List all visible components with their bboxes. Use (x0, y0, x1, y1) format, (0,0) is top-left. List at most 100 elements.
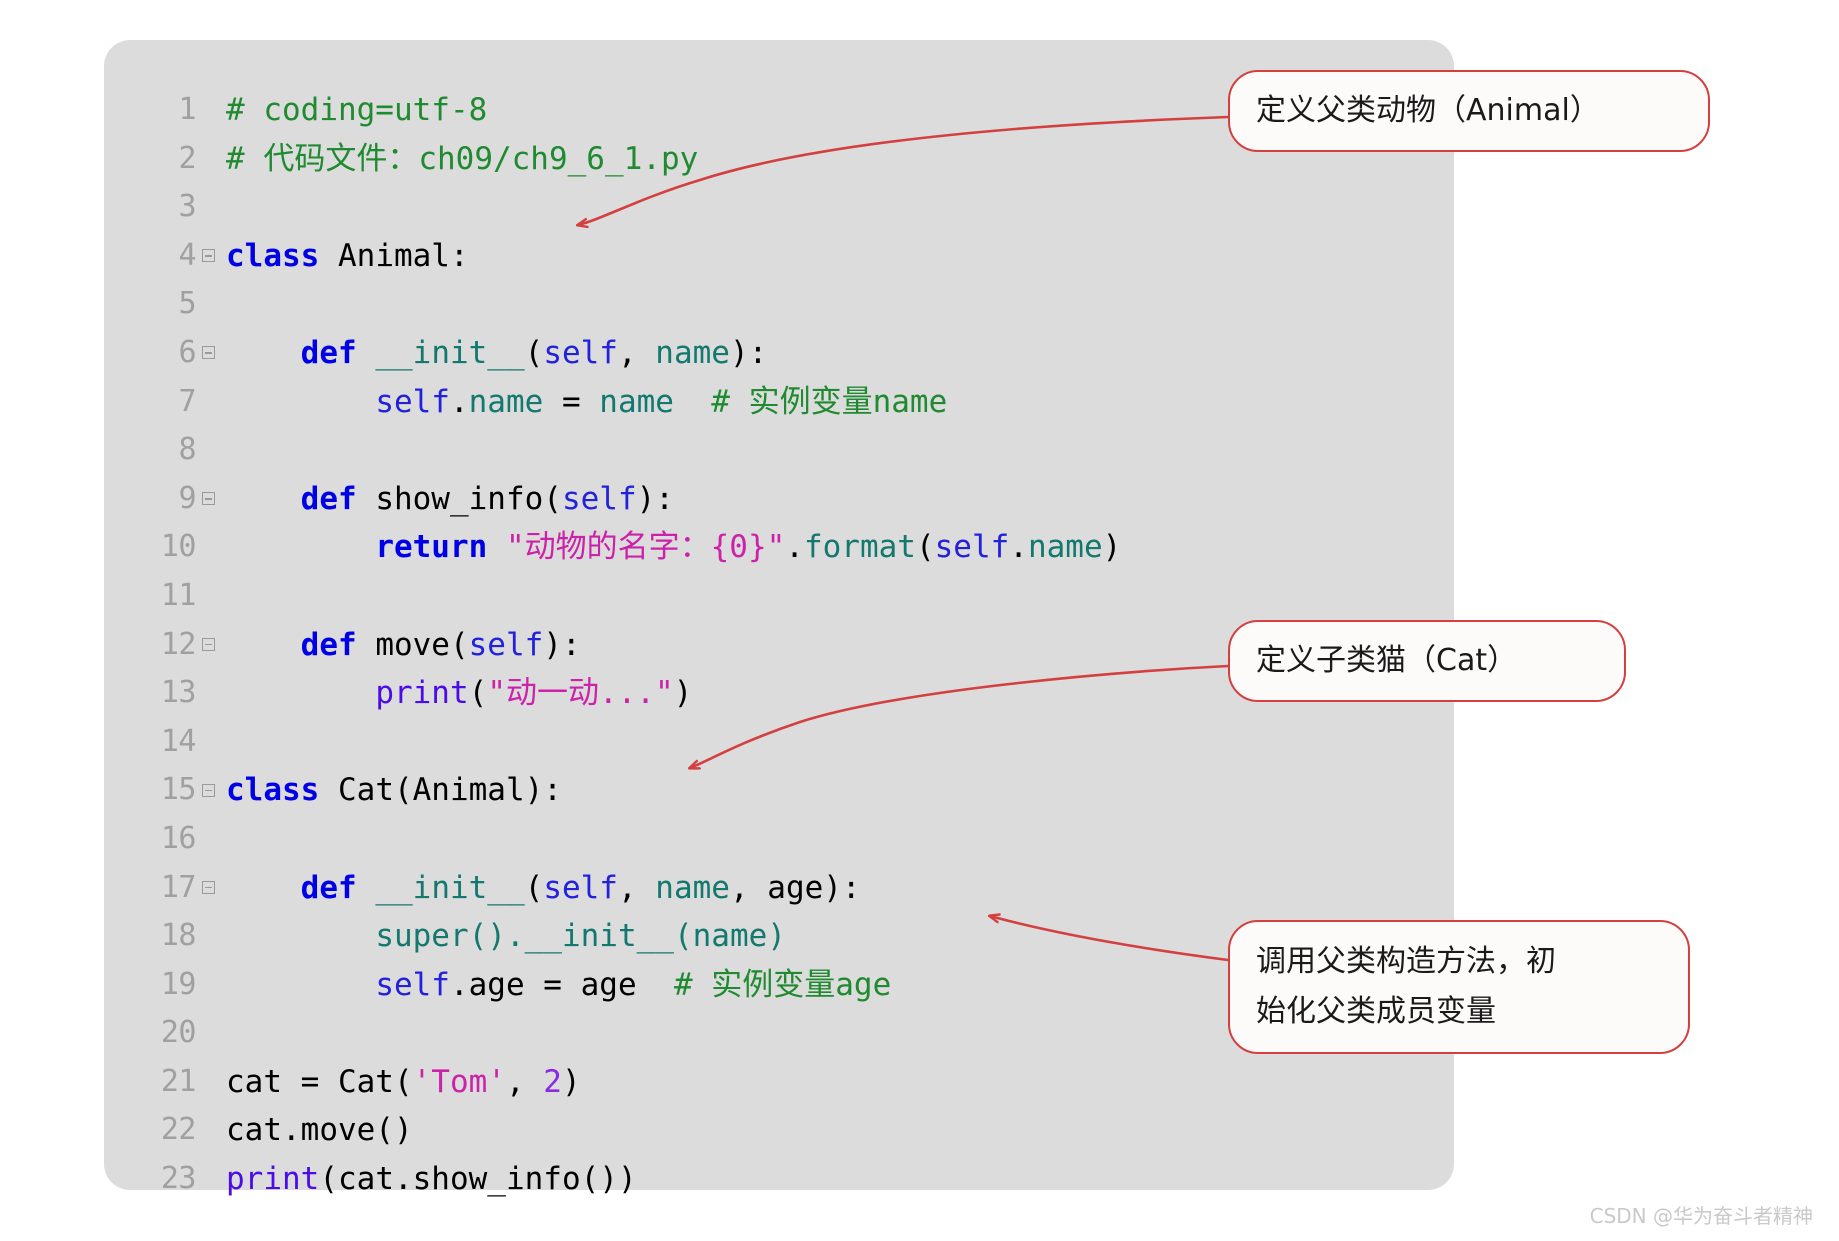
token-plain: cat.move() (226, 1112, 413, 1149)
token-plain: ( (524, 334, 544, 371)
code-line[interactable]: 17 def __init__(self, name, age): (104, 864, 1454, 913)
code-line[interactable]: 6 def __init__(self, name): (104, 329, 1454, 378)
token-teal: name (1027, 529, 1103, 566)
token-plain: Cat(Animal): (319, 772, 562, 809)
code-text: def __init__(self, name, age): (222, 864, 1454, 913)
code-line[interactable]: 21 cat = Cat('Tom', 2) (104, 1058, 1454, 1107)
token-plain: , age): (729, 869, 861, 906)
token-teal: name (655, 334, 730, 371)
token-cmt: # 实例变量age (673, 966, 892, 1003)
annotation-callout-super-init: 调用父类构造方法，初 始化父类成员变量 (1228, 920, 1690, 1054)
token-str: 'Tom' (412, 1063, 506, 1100)
token-teal: name (655, 869, 730, 906)
code-text: class Animal: (222, 232, 1454, 281)
code-line[interactable]: 23 print(cat.show_info()) (104, 1155, 1454, 1204)
token-plain: ) (1102, 529, 1122, 566)
code-line[interactable]: 3 (104, 183, 1454, 232)
code-text: cat = Cat('Tom', 2) (222, 1058, 1454, 1107)
token-plain: move( (356, 626, 469, 663)
line-number: 23 (160, 1161, 197, 1197)
code-text: class Cat(Animal): (222, 766, 1454, 815)
token-str: "动一动..." (487, 675, 674, 712)
token-teal: (). (468, 918, 525, 955)
token-self: self (543, 334, 618, 371)
token-plain: cat = Cat( (226, 1063, 413, 1100)
code-line[interactable]: 14 (104, 718, 1454, 767)
screenshot-root: 1 # coding=utf-8 2 # 代码文件：ch09/ch9_6_1.py 3 4… (0, 0, 1839, 1241)
token-plain: ) (561, 1063, 581, 1100)
code-text: def __init__(self, name): (222, 329, 1454, 378)
token-str: "动物的名字：{0}" (505, 529, 786, 566)
token-self: self (543, 869, 618, 906)
token-num: 2 (543, 1063, 562, 1100)
code-line[interactable]: 11 (104, 572, 1454, 621)
token-kw: def (300, 480, 357, 517)
token-plain: ( (468, 675, 488, 712)
line-number: 13 (160, 675, 197, 711)
line-number: 1 (178, 92, 196, 127)
code-line[interactable]: 16 (104, 815, 1454, 864)
token-plain: ) (673, 675, 693, 712)
token-self: self (375, 966, 450, 1003)
token-plain: show_info( (356, 480, 562, 517)
code-line[interactable]: 8 (104, 426, 1454, 475)
token-kw: return (375, 529, 488, 566)
line-number: 18 (160, 918, 197, 954)
token-plain: = (543, 383, 600, 420)
token-plain: .age = age (449, 966, 637, 1003)
code-text: cat.move() (222, 1106, 1454, 1155)
callout-text: 定义父类动物（Animal） (1256, 93, 1600, 128)
line-number: 17 (160, 869, 197, 905)
annotation-callout-define-child-class: 定义子类猫（Cat） (1228, 620, 1626, 702)
code-line[interactable]: 22 cat.move() (104, 1106, 1454, 1155)
token-self: self (468, 626, 544, 663)
code-line[interactable]: 15 class Cat(Animal): (104, 766, 1454, 815)
token-plain: , (617, 869, 656, 906)
token-plain: , (617, 334, 656, 371)
code-line[interactable]: 5 (104, 280, 1454, 329)
token-self: self (375, 383, 450, 420)
token-self: self (561, 480, 637, 517)
code-text: self.name = name # 实例变量name (222, 378, 1454, 427)
token-teal: name (692, 918, 768, 955)
token-plain: Animal: (319, 237, 469, 274)
line-number: 8 (178, 432, 196, 468)
token-teal: name (599, 383, 674, 420)
line-number: 4 (178, 237, 196, 273)
line-number: 3 (178, 189, 196, 225)
code-line[interactable]: 7 self.name = name # 实例变量name (104, 378, 1454, 427)
token-teal: ) (767, 918, 786, 955)
token-kw: def (300, 334, 357, 371)
code-line[interactable]: 10 return "动物的名字：{0}".format(self.name) (104, 523, 1454, 572)
line-number: 5 (178, 286, 196, 322)
token-teal: __init__ (375, 869, 525, 906)
line-number: 14 (160, 723, 197, 759)
code-line[interactable]: 9 def show_info(self): (104, 475, 1454, 524)
line-number: 19 (160, 966, 197, 1002)
token-kw: def (300, 869, 357, 906)
code-line[interactable]: 4 class Animal: (104, 232, 1454, 281)
code-text: return "动物的名字：{0}".format(self.name) (222, 523, 1454, 572)
token-kw: def (300, 626, 357, 663)
callout-text: 调用父类构造方法，初 始化父类成员变量 (1256, 944, 1556, 1029)
annotation-callout-define-parent-class: 定义父类动物（Animal） (1228, 70, 1710, 152)
line-number: 9 (178, 480, 196, 516)
line-number: 15 (160, 772, 197, 808)
line-number: 10 (160, 529, 197, 565)
token-plain: , (505, 1063, 544, 1100)
line-number: 20 (160, 1015, 197, 1051)
line-number: 16 (160, 820, 197, 856)
token-cmt: # coding=utf-8 (226, 92, 488, 128)
line-number: 7 (178, 383, 196, 419)
code-text: def show_info(self): (222, 475, 1454, 524)
